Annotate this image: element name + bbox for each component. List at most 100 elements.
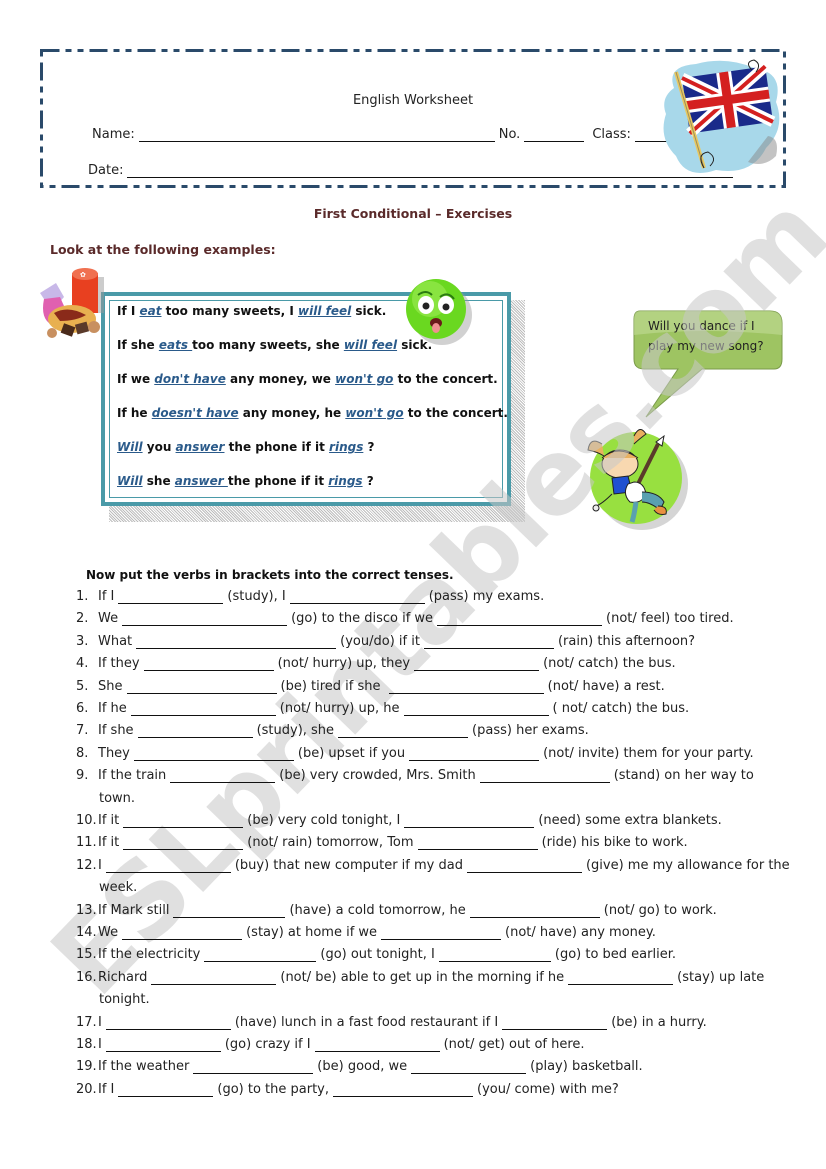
exercise-text: (not/ get) out of here. <box>443 1037 585 1052</box>
answer-blank[interactable] <box>137 724 253 738</box>
exercise-text: Richard <box>98 970 148 985</box>
example-sentence: If she eats too many sweets, she will fe… <box>117 338 432 352</box>
exercise-number: 1. <box>76 589 89 604</box>
exercise-item: 19. If the weather (be) good, we (play) bas… <box>76 1059 643 1074</box>
answer-blank[interactable] <box>170 769 276 783</box>
answer-blank[interactable] <box>136 635 337 649</box>
answer-blank[interactable] <box>289 590 425 604</box>
exercise-text: (stay) at home if we <box>246 925 378 940</box>
answer-blank[interactable] <box>409 747 540 761</box>
answer-blank[interactable] <box>381 926 502 940</box>
exercise-number: 7. <box>76 723 89 738</box>
exercise-text: (give) me my allowance for the <box>585 858 790 873</box>
answer-blank[interactable] <box>122 612 288 626</box>
example-sentence: Will you answer the phone if it rings ? <box>117 440 375 454</box>
example-verb: won't go <box>335 372 394 386</box>
answer-blank[interactable] <box>193 1060 314 1074</box>
exercise-continuation: week. <box>99 880 138 895</box>
example-verb: eats <box>158 338 193 352</box>
example-text: the phone if it <box>227 474 329 488</box>
exercise-number: 20. <box>76 1082 97 1097</box>
date-field[interactable] <box>127 163 734 178</box>
exercise-text: (be) good, we <box>317 1059 408 1074</box>
answer-blank[interactable] <box>403 702 549 716</box>
example-text: she <box>142 474 175 488</box>
exercise-number: 8. <box>76 746 89 761</box>
answer-blank[interactable] <box>411 1060 527 1074</box>
exercise-text: (be) very crowded, Mrs. Smith <box>279 768 476 783</box>
union-jack-flag-icon <box>656 58 786 184</box>
exercise-item: 15. If the electricity (go) out tonight, I… <box>76 947 676 962</box>
answer-blank[interactable] <box>123 814 244 828</box>
answer-blank[interactable] <box>204 948 317 962</box>
answer-blank[interactable] <box>423 635 554 649</box>
kid-guitar-icon <box>582 422 690 532</box>
answer-blank[interactable] <box>173 904 286 918</box>
exercise-text: What <box>98 634 133 649</box>
exercise-number: 9. <box>76 768 89 783</box>
answer-blank[interactable] <box>314 1038 440 1052</box>
exercise-item: 11. If it (not/ rain) tomorrow, Tom (ride) … <box>76 835 688 850</box>
answer-blank[interactable] <box>123 836 244 850</box>
exercise-number: 5. <box>76 679 89 694</box>
no-field[interactable] <box>524 127 585 142</box>
answer-blank[interactable] <box>118 590 224 604</box>
exercise-number: 3. <box>76 634 89 649</box>
answer-blank[interactable] <box>466 859 582 873</box>
exercise-number: 4. <box>76 656 89 671</box>
exercise-item: 9. If the train (be) very crowded, Mrs. Sm… <box>76 768 754 783</box>
name-label: Name: <box>92 127 135 142</box>
name-field[interactable] <box>138 127 495 142</box>
exercise-text: (go) to the disco if we <box>291 611 434 626</box>
exercise-text: (pass) her exams. <box>472 723 589 738</box>
example-verb: rings <box>329 440 364 454</box>
answer-blank[interactable] <box>130 702 276 716</box>
answer-blank[interactable] <box>118 1083 214 1097</box>
speech-line-1: Will you dance if I <box>648 319 755 333</box>
answer-blank[interactable] <box>417 836 538 850</box>
exercise-text: (study), I <box>227 589 286 604</box>
exercise-text: They <box>98 746 130 761</box>
exercise-text: If the electricity <box>98 947 201 962</box>
exercise-text: I <box>98 1037 102 1052</box>
exercise-item: 17. I (have) lunch in a fast food restaura… <box>76 1015 707 1030</box>
answer-blank[interactable] <box>414 657 540 671</box>
answer-blank[interactable] <box>437 612 603 626</box>
date-label: Date: <box>88 163 124 178</box>
answer-blank[interactable] <box>388 680 544 694</box>
exercise-number: 18. <box>76 1037 97 1052</box>
answer-blank[interactable] <box>143 657 274 671</box>
exercise-text: If Mark still <box>98 903 170 918</box>
answer-blank[interactable] <box>568 971 674 985</box>
example-verb: rings <box>328 474 363 488</box>
answer-blank[interactable] <box>333 1083 474 1097</box>
answer-blank[interactable] <box>479 769 610 783</box>
example-verb: eat <box>139 304 162 318</box>
answer-blank[interactable] <box>438 948 551 962</box>
answer-blank[interactable] <box>338 724 469 738</box>
exercise-text: (not/ have) a rest. <box>547 679 665 694</box>
answer-blank[interactable] <box>404 814 535 828</box>
exercise-text: (go) crazy if I <box>224 1037 311 1052</box>
svg-text:✿: ✿ <box>80 271 86 279</box>
exercise-item: 16. Richard (not/ be) able to get up in th… <box>76 970 764 985</box>
answer-blank[interactable] <box>133 747 294 761</box>
exercise-item: 20. If I (go) to the party, (you/ come) wit… <box>76 1082 619 1097</box>
exercise-text: If it <box>98 813 120 828</box>
answer-blank[interactable] <box>105 1016 231 1030</box>
example-sentence: If I eat too many sweets, I will feel si… <box>117 304 386 318</box>
answer-blank[interactable] <box>126 680 277 694</box>
exercise-item: 8. They (be) upset if you (not/ invite) the… <box>76 746 754 761</box>
answer-blank[interactable] <box>469 904 600 918</box>
example-text: you <box>142 440 176 454</box>
answer-blank[interactable] <box>151 971 277 985</box>
answer-blank[interactable] <box>105 1038 221 1052</box>
example-text: too many sweets, I <box>161 304 298 318</box>
answer-blank[interactable] <box>105 859 231 873</box>
answer-blank[interactable] <box>122 926 243 940</box>
exercise-item: 10. If it (be) very cold tonight, I (need) … <box>76 813 722 828</box>
sick-smiley-icon <box>402 275 474 347</box>
document-title: First Conditional – Exercises <box>313 206 513 221</box>
answer-blank[interactable] <box>502 1016 608 1030</box>
exercise-text: (be) in a hurry. <box>611 1015 707 1030</box>
